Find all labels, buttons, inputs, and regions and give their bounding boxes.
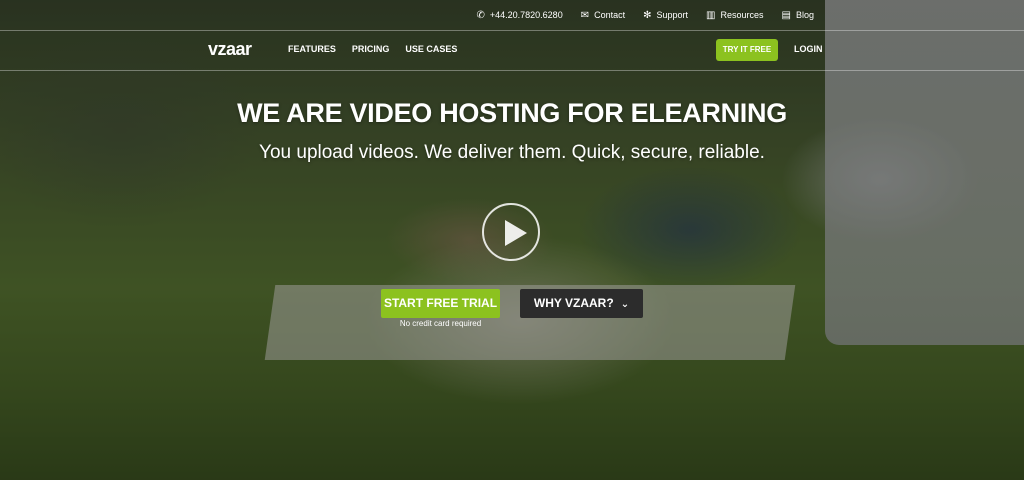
login-link[interactable]: LOGIN: [794, 44, 823, 54]
vzaar-logo[interactable]: vzaar: [208, 39, 252, 60]
hero-subheadline: You upload videos. We deliver them. Quic…: [259, 142, 765, 163]
start-free-trial-button[interactable]: START FREE TRIAL: [381, 289, 500, 318]
blog-icon: ▤: [781, 9, 791, 21]
blog-link[interactable]: ▤ Blog: [782, 10, 814, 21]
phone-link[interactable]: ✆ +44.20.7820.6280: [476, 10, 562, 21]
hero-headline: WE ARE VIDEO HOSTING FOR ELEARNING: [237, 98, 787, 128]
phone-icon: ✆: [476, 9, 485, 21]
phone-number: +44.20.7820.6280: [489, 10, 563, 20]
main-nav: vzaar FEATURES PRICING USE CASES TRY IT …: [0, 31, 1024, 71]
resources-link[interactable]: ▥ Resources: [706, 10, 763, 21]
play-icon[interactable]: [482, 203, 540, 261]
nav-menu: FEATURES PRICING USE CASES: [288, 44, 457, 54]
support-link[interactable]: ✻ Support: [643, 10, 688, 21]
support-label: Support: [656, 10, 689, 20]
lifebuoy-icon: ✻: [643, 9, 652, 21]
book-icon: ▥: [706, 9, 716, 21]
no-credit-card-note: No credit card required: [399, 319, 482, 328]
chevron-down-icon: ⌄: [620, 299, 630, 310]
mail-icon: ✉: [580, 9, 590, 21]
blog-label: Blog: [795, 10, 814, 20]
why-vzaar-label: WHY VZAAR?: [533, 296, 614, 310]
contact-link[interactable]: ✉ Contact: [581, 10, 625, 21]
nav-item-features[interactable]: FEATURES: [288, 44, 336, 54]
why-vzaar-button[interactable]: WHY VZAAR? ⌄: [520, 289, 643, 318]
nav-item-use-cases[interactable]: USE CASES: [405, 44, 457, 54]
try-it-free-button[interactable]: TRY IT FREE: [716, 39, 778, 61]
contact-label: Contact: [594, 10, 626, 20]
nav-item-pricing[interactable]: PRICING: [352, 44, 390, 54]
resources-label: Resources: [720, 10, 764, 20]
utility-bar: ✆ +44.20.7820.6280 ✉ Contact ✻ Support ▥…: [0, 0, 1024, 31]
